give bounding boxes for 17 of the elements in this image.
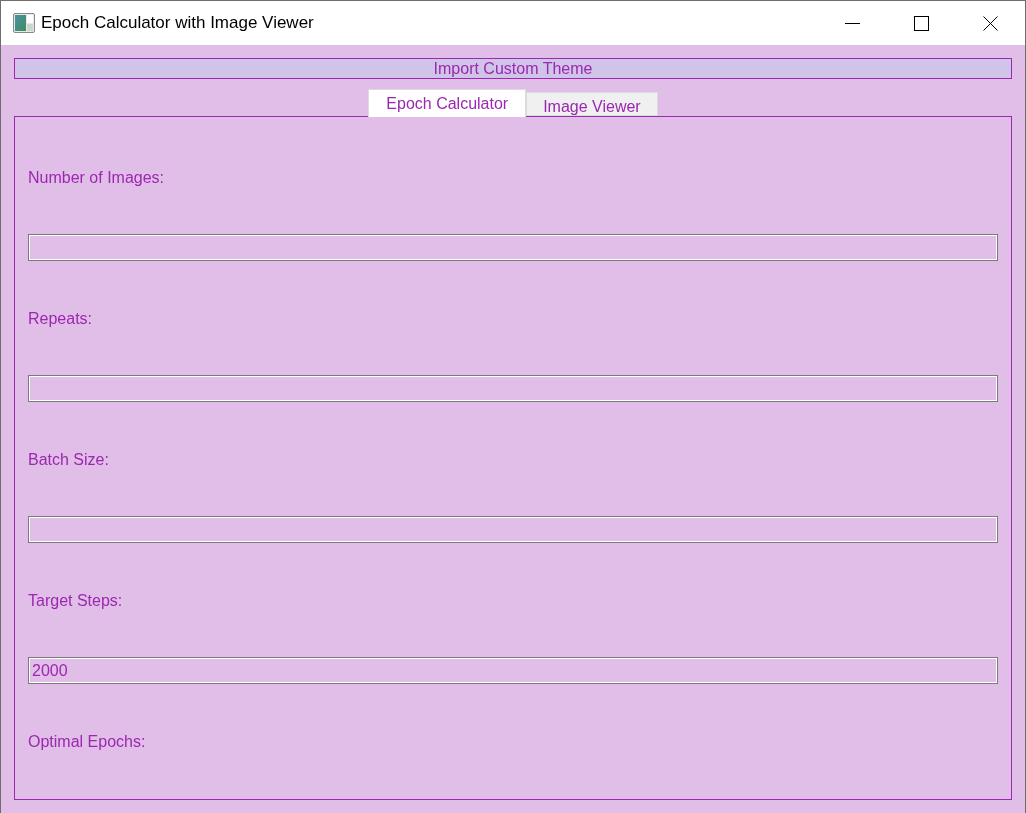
maximize-icon xyxy=(914,15,929,31)
app-window-icon xyxy=(13,13,35,33)
field-label: Number of Images: xyxy=(28,168,165,188)
input-field[interactable] xyxy=(28,375,998,402)
input-field[interactable]: 2000 xyxy=(28,657,998,684)
field-label: Target Steps: xyxy=(28,591,123,611)
input-field[interactable] xyxy=(28,516,998,543)
result-label: Optimal Epochs: xyxy=(28,732,146,752)
field-label: Batch Size: xyxy=(28,450,109,470)
tab[interactable]: Epoch Calculator xyxy=(368,89,527,117)
tab[interactable]: Image Viewer xyxy=(526,92,658,116)
minimize-icon xyxy=(845,22,860,24)
close-icon xyxy=(983,15,998,31)
import-theme-button[interactable]: Import Custom Theme xyxy=(14,58,1012,79)
field-label: Repeats: xyxy=(28,309,93,329)
window-title: Epoch Calculator with Image Viewer xyxy=(41,12,314,35)
input-field[interactable] xyxy=(28,234,998,261)
